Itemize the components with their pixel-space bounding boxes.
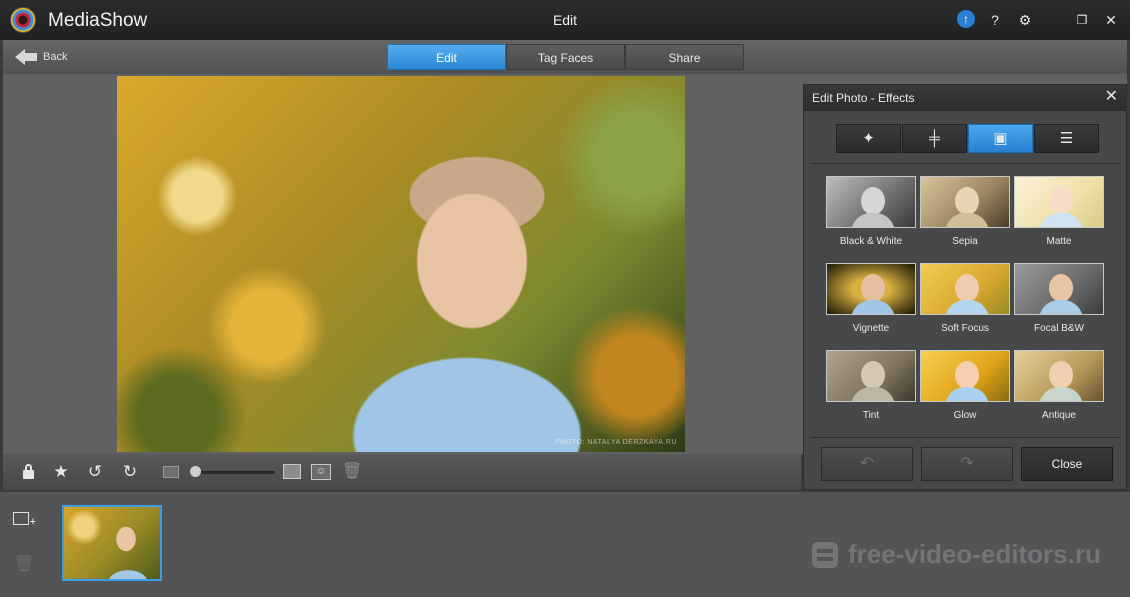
effect-thumbnail <box>920 350 1010 402</box>
panel-title: Edit Photo - Effects <box>812 91 915 105</box>
back-arrow-icon <box>15 49 25 65</box>
effect-thumbnail <box>826 176 916 228</box>
nav-bar: Back Edit Tag Faces Share <box>3 40 1127 74</box>
effect-label: Sepia <box>952 236 978 247</box>
delete-trash-icon[interactable]: 🗑 <box>342 462 362 482</box>
star-rating-icon[interactable]: ★ <box>51 462 71 482</box>
effects-panel: Edit Photo - Effects ✕ ✦ ╪ ▣ ☰ Black & W… <box>803 84 1127 490</box>
watermark-text: free-video-editors.ru <box>848 539 1101 569</box>
effect-label: Matte <box>1046 236 1072 247</box>
undo-button[interactable]: ↶ <box>821 447 913 481</box>
photo-preview[interactable]: PHOTO: NATALYA DERZKAYA.RU <box>117 76 685 452</box>
site-watermark: free-video-editors.ru <box>812 539 1101 570</box>
effect-label: Black & White <box>839 236 903 247</box>
effect-thumbnail <box>826 350 916 402</box>
watermark-logo-icon <box>812 541 838 568</box>
panel-close-icon[interactable]: ✕ <box>1105 89 1118 105</box>
effect-thumbnail <box>1014 263 1104 315</box>
tab-tag-faces[interactable]: Tag Faces <box>506 44 625 70</box>
photo-credit: PHOTO: NATALYA DERZKAYA.RU <box>555 439 677 446</box>
divider <box>810 437 1120 438</box>
panel-header: Edit Photo - Effects ✕ <box>804 85 1126 111</box>
effect-glow[interactable]: Glow <box>920 350 1010 421</box>
tab-share[interactable]: Share <box>625 44 744 70</box>
list-icon[interactable]: ☰ <box>1034 124 1099 153</box>
mediashow-window: MediaShow Edit ↑ ? ⚙ ❐ ✕ Back Edit Tag F… <box>0 0 1130 597</box>
back-button[interactable]: Back <box>15 47 67 67</box>
filmstrip-thumbnail[interactable] <box>62 505 162 581</box>
lock-icon[interactable] <box>19 462 39 482</box>
rotate-right-icon[interactable]: ↻ <box>120 462 140 482</box>
zoom-out-icon[interactable] <box>163 466 179 478</box>
zoom-in-icon[interactable] <box>283 464 301 479</box>
effect-tint[interactable]: Tint <box>826 350 916 421</box>
effect-matte[interactable]: Matte <box>1014 176 1104 247</box>
effect-thumbnail <box>1014 176 1104 228</box>
effect-thumbnail <box>920 176 1010 228</box>
restore-window-icon[interactable]: ❐ <box>1072 10 1092 30</box>
upgrade-icon[interactable]: ↑ <box>957 10 975 28</box>
effect-label: Soft Focus <box>941 323 989 334</box>
effect-label: Glow <box>953 410 977 421</box>
close-button[interactable]: Close <box>1021 447 1113 481</box>
photo-toolbar: ★ ↺ ↻ ☺ 🗑 <box>3 454 801 490</box>
effect-label: Focal B&W <box>1033 323 1084 334</box>
effect-label: Vignette <box>852 323 890 334</box>
effect-focal-bw[interactable]: Focal B&W <box>1014 263 1104 334</box>
title-bar: MediaShow Edit ↑ ? ⚙ ❐ ✕ <box>0 0 1130 40</box>
divider <box>810 163 1120 164</box>
mode-tabs: Edit Tag Faces Share <box>387 44 744 70</box>
close-window-icon[interactable]: ✕ <box>1101 10 1121 30</box>
rotate-left-icon[interactable]: ↺ <box>85 462 105 482</box>
zoom-slider-track[interactable] <box>191 471 275 474</box>
adjust-icon[interactable]: ╪ <box>902 124 967 153</box>
effect-sepia[interactable]: Sepia <box>920 176 1010 247</box>
panel-tabs: ✦ ╪ ▣ ☰ <box>836 124 1100 153</box>
effect-label: Tint <box>862 410 880 421</box>
effect-label: Antique <box>1042 410 1076 421</box>
effect-black-white[interactable]: Black & White <box>826 176 916 247</box>
effect-thumbnail <box>920 263 1010 315</box>
back-label: Back <box>43 51 68 63</box>
redo-button[interactable]: ↷ <box>921 447 1013 481</box>
import-photo-icon[interactable]: + <box>12 510 36 528</box>
effect-antique[interactable]: Antique <box>1014 350 1104 421</box>
effect-soft-focus[interactable]: Soft Focus <box>920 263 1010 334</box>
filmstrip-trash-icon[interactable]: 🗑 <box>14 554 34 574</box>
effect-thumbnail <box>1014 350 1104 402</box>
face-tag-icon[interactable]: ☺ <box>311 464 331 480</box>
effect-vignette[interactable]: Vignette <box>826 263 916 334</box>
help-icon[interactable]: ? <box>985 10 1005 30</box>
settings-gear-icon[interactable]: ⚙ <box>1015 10 1035 30</box>
tab-edit[interactable]: Edit <box>387 44 506 70</box>
effect-thumbnail <box>826 263 916 315</box>
effects-icon[interactable]: ▣ <box>968 124 1033 153</box>
magic-wand-icon[interactable]: ✦ <box>836 124 901 153</box>
zoom-slider-handle[interactable] <box>190 466 202 477</box>
